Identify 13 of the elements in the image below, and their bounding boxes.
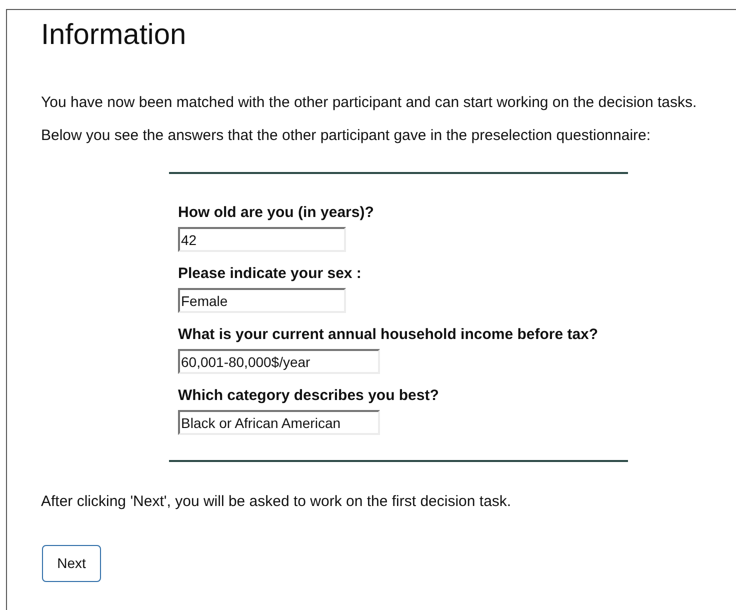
- question-label: How old are you (in years)?: [178, 204, 375, 222]
- next-button[interactable]: Next: [42, 545, 101, 582]
- answer-field[interactable]: 60,001-80,000$/year: [178, 349, 380, 374]
- instruction-text: After clicking 'Next', you will be asked to work on the first decision task.: [41, 492, 512, 512]
- question-label: Which category describes you best?: [178, 387, 440, 405]
- question-label: What is your current annual household income before tax?: [178, 326, 600, 344]
- question-label: Please indicate your sex :: [178, 265, 362, 283]
- page-title: Information: [41, 18, 188, 53]
- answer-field[interactable]: Black or African American: [178, 410, 380, 435]
- answer-field[interactable]: 42: [178, 227, 346, 252]
- intro-paragraph: Below you see the answers that the other participant gave in the preselection questionnaire:: [41, 126, 652, 146]
- intro-paragraph: You have now been matched with the other participant and can start working on the decision tasks.: [41, 93, 698, 113]
- answer-field[interactable]: Female: [178, 288, 346, 313]
